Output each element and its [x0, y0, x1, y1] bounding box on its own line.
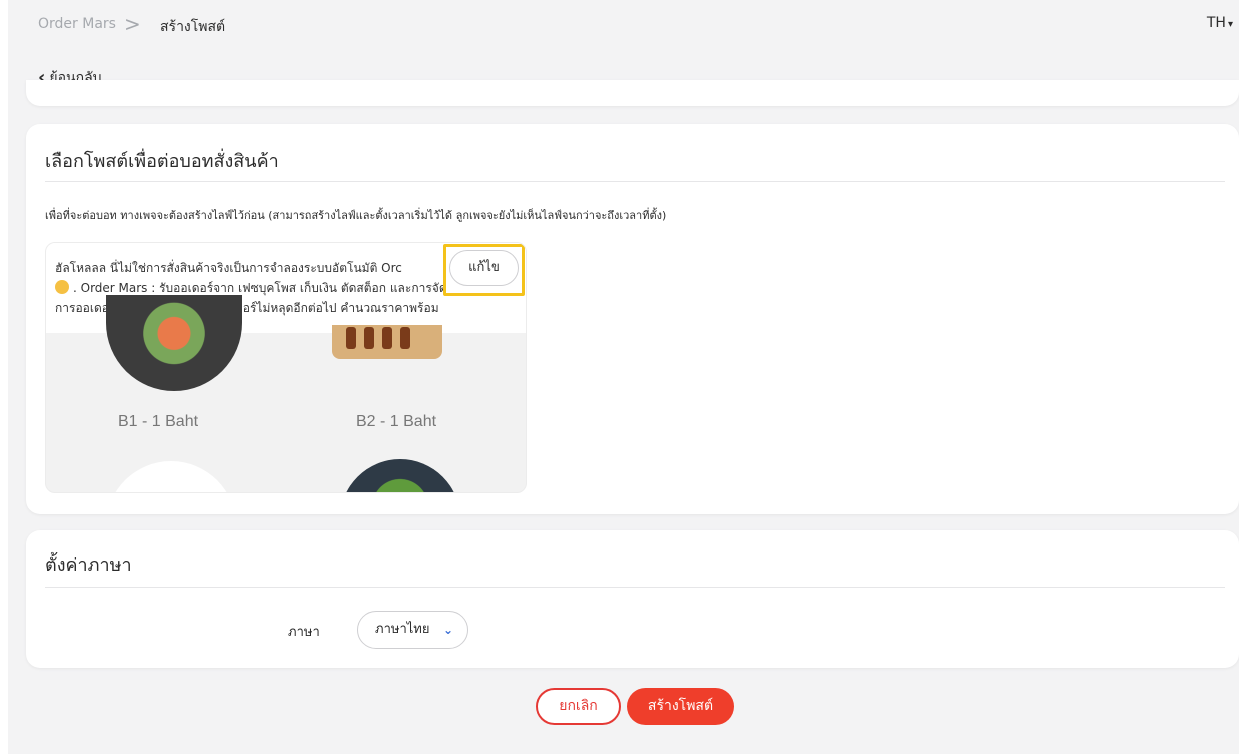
create-post-button[interactable]: สร้างโพสต์ — [627, 688, 734, 725]
post-section-title: เลือกโพสต์เพื่อต่อบอทสั่งสินค้า — [45, 151, 279, 172]
divider — [45, 181, 1225, 182]
post-image: B1 - 1 Baht B2 - 1 Baht — [46, 295, 526, 492]
previous-card — [26, 80, 1239, 106]
food-plate-image — [106, 461, 236, 492]
language-switch-label: TH — [1206, 15, 1226, 31]
language-switch[interactable]: TH ▾ — [1207, 15, 1233, 31]
food-item-label: B2 - 1 Baht — [356, 413, 437, 430]
food-item-label: B1 - 1 Baht — [118, 413, 199, 430]
food-plate-image — [106, 295, 242, 391]
kebab-image — [382, 327, 392, 349]
kebab-image — [346, 327, 356, 349]
language-section-title: ตั้งค่าภาษา — [45, 555, 132, 576]
breadcrumb-root[interactable]: Order Mars — [38, 16, 116, 32]
language-field-label: ภาษา — [288, 625, 320, 640]
post-caption-line-text: . Order Mars : รับออเดอร์จาก เฟซบุคโพส เ… — [73, 281, 447, 295]
breadcrumb-separator: > — [124, 12, 141, 36]
kebab-image — [364, 327, 374, 349]
language-settings-card: ตั้งค่าภาษา ภาษา ภาษาไทย ⌄ — [26, 530, 1239, 668]
face-emoji-icon — [55, 280, 69, 294]
language-select[interactable]: ภาษาไทย ⌄ — [357, 611, 468, 649]
cancel-button[interactable]: ยกเลิก — [536, 688, 621, 725]
language-selected-value: ภาษาไทย — [375, 622, 430, 637]
post-preview[interactable]: ฮัลโหลลล นี่ไม่ใช่การสั่งสินค้าจริงเป็นก… — [45, 242, 527, 493]
post-selection-card: เลือกโพสต์เพื่อต่อบอทสั่งสินค้า เพื่อที่… — [26, 124, 1239, 514]
salad-bowl-image — [340, 459, 460, 492]
breadcrumb-current: สร้างโพสต์ — [160, 19, 226, 35]
chevron-down-icon: ⌄ — [442, 623, 453, 637]
post-section-hint: เพื่อที่จะต่อบอท ทางเพจจะต้องสร้างไลฟ์ไว… — [45, 209, 667, 222]
kebab-image — [400, 327, 410, 349]
edit-post-button[interactable]: แก้ไข — [449, 250, 519, 286]
top-bar: Order Mars > สร้างโพสต์ TH ▾ — [8, 0, 1239, 50]
divider — [45, 587, 1225, 588]
food-board-image — [332, 325, 442, 359]
caret-down-icon: ▾ — [1227, 19, 1233, 30]
post-caption-line: ฮัลโหลลล นี่ไม่ใช่การสั่งสินค้าจริงเป็นก… — [55, 261, 402, 275]
